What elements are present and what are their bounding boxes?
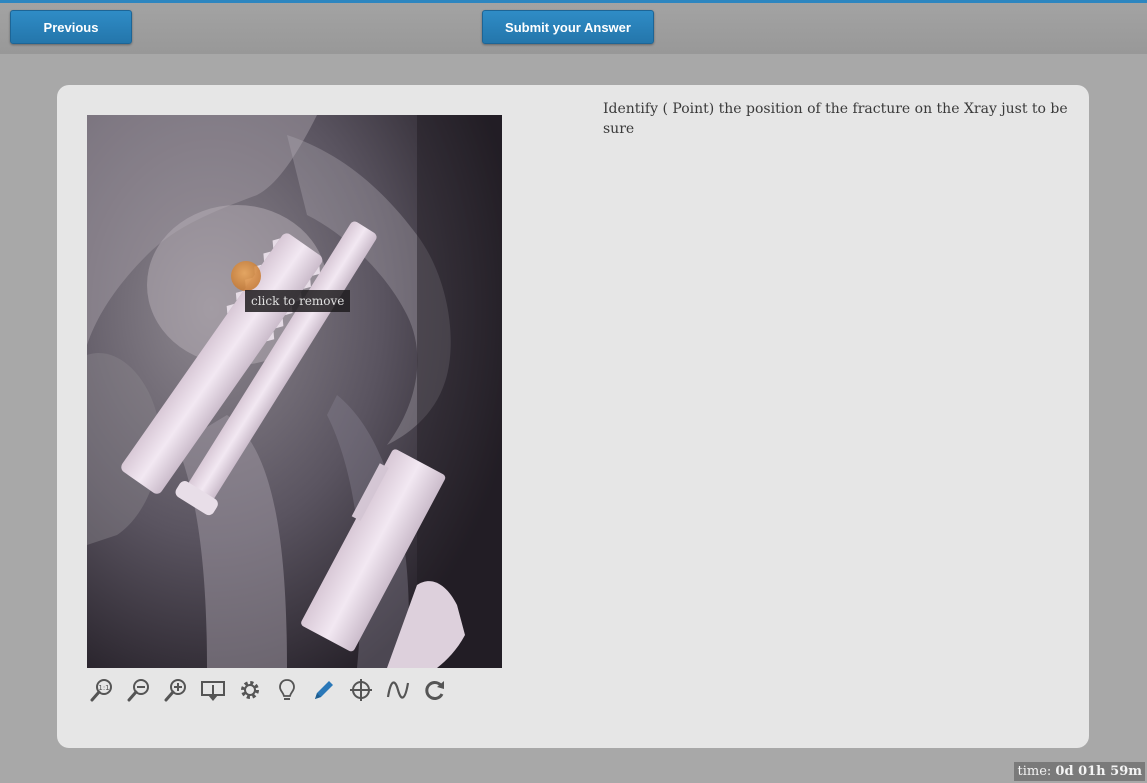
svg-text:1:1: 1:1 [98,684,109,692]
question-panel: click to remove 1:1 Identify (Point) th… [57,85,1089,748]
image-toolbar: 1:1 [87,675,449,705]
previous-button[interactable]: Previous [10,10,132,44]
submit-answer-button[interactable]: Submit your Answer [482,10,654,44]
xray-image[interactable]: click to remove [87,115,502,668]
fit-screen-icon[interactable] [198,675,227,705]
top-bar: Previous Submit your Answer [0,3,1147,54]
pencil-icon[interactable] [309,675,338,705]
wave-icon[interactable] [383,675,412,705]
marker-tooltip: click to remove [245,290,351,312]
question-text: Identify ( Point) the position of the fr… [603,101,1068,137]
crosshair-icon[interactable] [346,675,375,705]
timer-value: 0d 01h 59m [1055,764,1142,779]
timer-label: time: [1017,764,1052,779]
settings-gear-icon[interactable] [235,675,264,705]
zoom-in-icon[interactable] [161,675,190,705]
fracture-marker[interactable] [231,261,261,291]
timer: time: 0d 01h 59m [1014,762,1145,781]
zoom-out-icon[interactable] [124,675,153,705]
zoom-reset-icon[interactable]: 1:1 [87,675,116,705]
rotate-icon[interactable] [420,675,449,705]
hint-lightbulb-icon[interactable] [272,675,301,705]
